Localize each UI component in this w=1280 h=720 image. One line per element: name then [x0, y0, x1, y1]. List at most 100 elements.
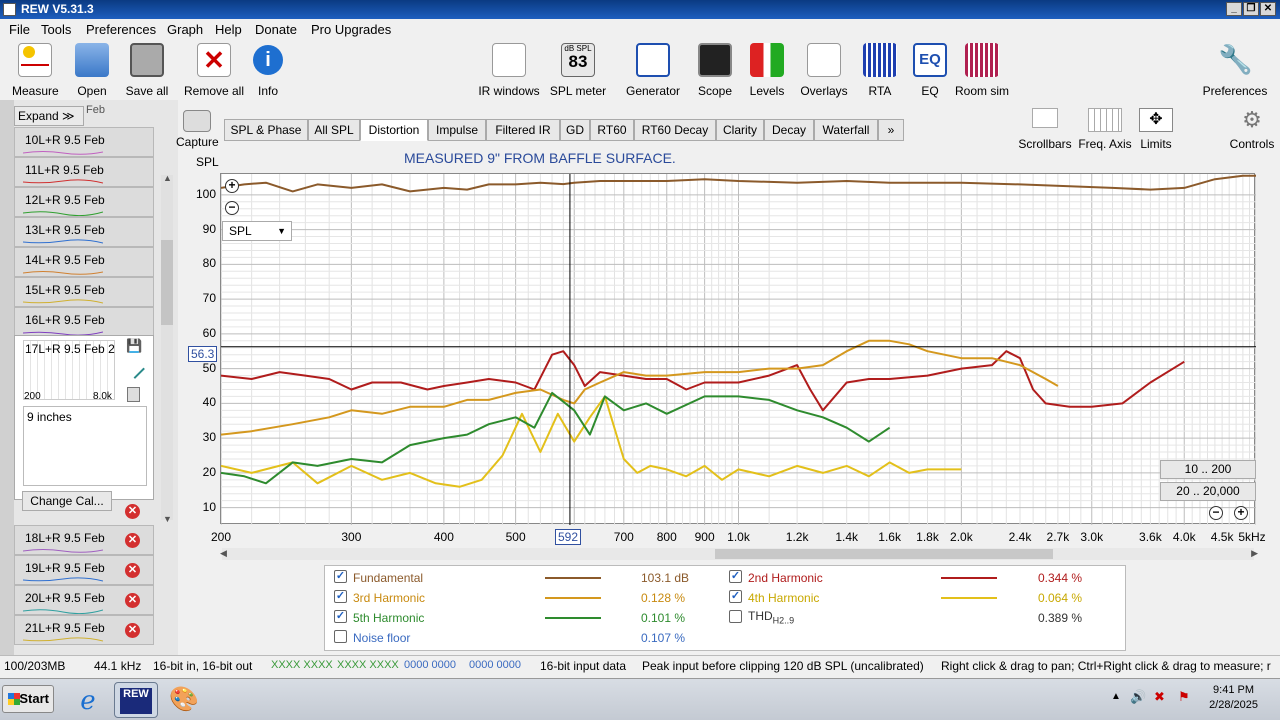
paint-icon[interactable]: 🎨 — [162, 682, 206, 718]
measurement-row-14[interactable]: 14L+R 9.5 Feb — [14, 247, 154, 277]
notes-field[interactable]: 9 inches — [23, 406, 147, 486]
open-button[interactable]: Open — [72, 43, 112, 98]
scroll-right-icon[interactable]: ▶ — [1251, 548, 1258, 559]
graph-type-select[interactable]: SPL ▼ — [222, 221, 292, 241]
panel-scrollbar[interactable] — [161, 175, 173, 520]
thd-checkbox[interactable] — [729, 610, 742, 623]
3rd-harmonic-checkbox[interactable]: ✓ — [334, 590, 347, 603]
room-sim-button[interactable]: Room sim — [954, 43, 1010, 98]
range-10-200-button[interactable]: 10 .. 200 — [1160, 460, 1256, 479]
spl-meter-button[interactable]: dB SPL 83 SPL meter — [548, 43, 608, 98]
menu-graph[interactable]: Graph — [167, 22, 203, 37]
action-center-icon[interactable]: ⚑ — [1178, 689, 1190, 705]
zoom-out-icon[interactable]: − — [225, 201, 239, 215]
eq-icon: EQ — [913, 43, 947, 77]
controls-button[interactable]: ⚙ Controls — [1226, 108, 1278, 152]
remove-all-icon: ✕ — [197, 43, 231, 77]
generator-button[interactable]: Generator — [622, 43, 684, 98]
tab-gd[interactable]: GD — [560, 119, 590, 141]
x-tick-label: 200 — [210, 530, 232, 544]
expand-button[interactable]: Expand ≫ — [14, 106, 84, 126]
tab-clarity[interactable]: Clarity — [716, 119, 764, 141]
scroll-down-icon[interactable]: ▼ — [163, 514, 172, 524]
remove-all-button[interactable]: ✕ Remove all — [182, 43, 246, 98]
remove-measurement-20-icon[interactable]: ✕ — [125, 593, 140, 608]
measurement-row-13[interactable]: 13L+R 9.5 Feb — [14, 217, 154, 247]
clock[interactable]: 9:41 PM 2/28/2025 — [1209, 684, 1258, 711]
graph-scrollbar-thumb[interactable] — [715, 549, 1053, 559]
close-button[interactable]: ✕ — [1260, 2, 1276, 16]
measurement-row-11[interactable]: 11L+R 9.5 Feb — [14, 157, 154, 187]
graph-horizontal-scrollbar[interactable]: ◀ ▶ — [220, 548, 1258, 560]
tab-waterfall[interactable]: Waterfall — [814, 119, 878, 141]
levels-button[interactable]: Levels — [748, 43, 786, 98]
overlays-button[interactable]: Overlays — [799, 43, 849, 98]
notes-icon[interactable] — [127, 387, 140, 402]
zoom-out-x-icon[interactable]: − — [1209, 506, 1223, 520]
remove-measurement-21-icon[interactable]: ✕ — [125, 623, 140, 638]
zoom-in-icon[interactable]: + — [225, 179, 239, 193]
menu-tools[interactable]: Tools — [41, 22, 71, 37]
panel-scrollbar-thumb[interactable] — [161, 240, 173, 325]
range-20-20000-button[interactable]: 20 .. 20,000 — [1160, 482, 1256, 501]
capture-button[interactable]: Capture — [176, 110, 219, 149]
scope-button[interactable]: Scope — [696, 43, 734, 98]
tab-filtered-ir[interactable]: Filtered IR — [486, 119, 560, 141]
show-hidden-icons-icon[interactable]: ▲ — [1111, 691, 1121, 702]
scrollbars-button[interactable]: Scrollbars — [1018, 108, 1072, 151]
save-all-button[interactable]: Save all — [124, 43, 170, 98]
rta-button[interactable]: RTA — [863, 43, 897, 98]
zoom-in-x-icon[interactable]: + — [1234, 506, 1248, 520]
menu-help[interactable]: Help — [215, 22, 242, 37]
distortion-graph[interactable] — [220, 173, 1256, 525]
limits-button[interactable]: ✥ Limits — [1136, 108, 1176, 151]
panel-left-scrollbar[interactable] — [0, 100, 14, 655]
tab-impulse[interactable]: Impulse — [428, 119, 486, 141]
ir-windows-button[interactable]: IR windows — [476, 43, 542, 98]
tab-spl-phase[interactable]: SPL & Phase — [224, 119, 308, 141]
restore-button[interactable]: ❐ — [1243, 2, 1259, 16]
menu-file[interactable]: File — [9, 22, 30, 37]
hint-status: Right click & drag to pan; Ctrl+Right cl… — [941, 659, 1271, 673]
network-error-icon[interactable]: ✖ — [1154, 689, 1165, 705]
scroll-up-icon[interactable]: ▲ — [163, 173, 172, 183]
minimize-button[interactable]: _ — [1226, 2, 1242, 16]
tab-rt60-decay[interactable]: RT60 Decay — [634, 119, 716, 141]
speaker-icon[interactable]: 🔊 — [1130, 689, 1146, 705]
scroll-left-icon[interactable]: ◀ — [220, 548, 227, 559]
menu-pro-upgrades[interactable]: Pro Upgrades — [311, 22, 391, 37]
info-button[interactable]: i Info — [252, 43, 284, 98]
measurement-row-10[interactable]: 10L+R 9.5 Feb — [14, 127, 154, 157]
rew-taskbar-icon[interactable]: REW — [114, 682, 158, 718]
internet-explorer-icon[interactable]: ℯ — [66, 682, 110, 718]
tab-all-spl[interactable]: All SPL — [308, 119, 360, 141]
tabs-more-button[interactable]: » — [878, 119, 904, 141]
menu-preferences[interactable]: Preferences — [86, 22, 156, 37]
remove-measurement-19-icon[interactable]: ✕ — [125, 563, 140, 578]
menu-donate[interactable]: Donate — [255, 22, 297, 37]
room-sim-icon — [965, 43, 999, 77]
remove-measurement-17-icon[interactable]: ✕ — [125, 504, 140, 519]
save-measurement-icon[interactable]: 💾 — [126, 338, 142, 354]
tab-rt60[interactable]: RT60 — [590, 119, 634, 141]
remove-measurement-18-icon[interactable]: ✕ — [125, 533, 140, 548]
measurement-row-15[interactable]: 15L+R 9.5 Feb — [14, 277, 154, 307]
fundamental-checkbox[interactable]: ✓ — [334, 570, 347, 583]
measurement-row-16[interactable]: 16L+R 9.5 Feb — [14, 307, 154, 337]
start-button[interactable]: Start — [2, 685, 54, 713]
4th-harmonic-checkbox[interactable]: ✓ — [729, 590, 742, 603]
fundamental-line-swatch — [545, 577, 601, 579]
measurement-row-12[interactable]: 12L+R 9.5 Feb — [14, 187, 154, 217]
freq-axis-button[interactable]: Freq. Axis — [1076, 108, 1134, 151]
measure-button[interactable]: Measure — [12, 43, 59, 98]
noise-floor-checkbox[interactable] — [334, 630, 347, 643]
tab-distortion[interactable]: Distortion — [360, 119, 428, 141]
y-tick-label: 90 — [202, 221, 216, 236]
preferences-button[interactable]: 🔧 Preferences — [1200, 43, 1270, 98]
tab-decay[interactable]: Decay — [764, 119, 814, 141]
eq-button[interactable]: EQ EQ — [912, 43, 948, 98]
change-cal-button[interactable]: Change Cal... — [22, 491, 112, 511]
5th-harmonic-checkbox[interactable]: ✓ — [334, 610, 347, 623]
2nd-harmonic-checkbox[interactable]: ✓ — [729, 570, 742, 583]
3rd-harmonic-line-swatch — [545, 597, 601, 599]
